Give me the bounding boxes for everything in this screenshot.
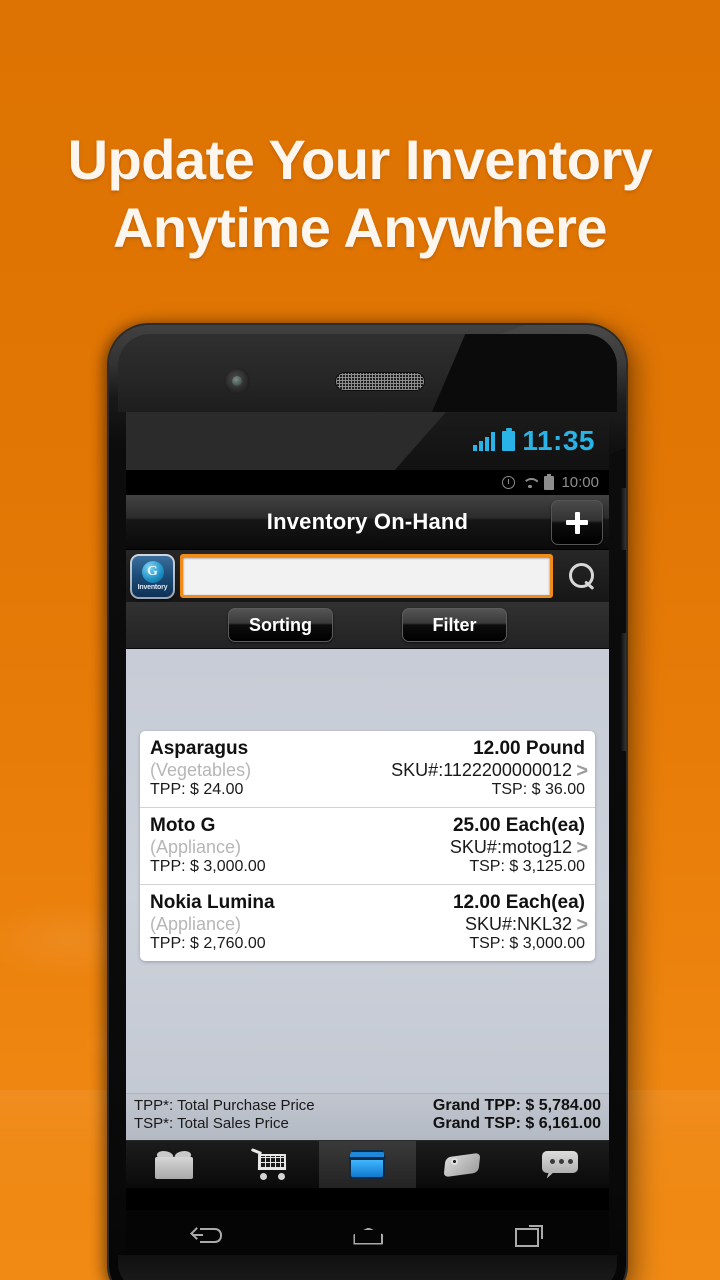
- totals-line-tsp: TSP*: Total Sales Price Grand TSP: $ 6,1…: [134, 1115, 601, 1133]
- item-name: Asparagus: [150, 738, 249, 759]
- totals-line-tpp: TPP*: Total Purchase Price Grand TPP: $ …: [134, 1097, 601, 1115]
- item-category: (Appliance): [150, 914, 242, 934]
- search-button[interactable]: [558, 554, 605, 598]
- item-tsp: TSP: $ 3,000.00: [469, 935, 585, 952]
- item-name: Nokia Lumina: [150, 892, 275, 913]
- phone-screen: 11:35 10:00 Inventory On-Hand G Inventor…: [126, 412, 609, 1210]
- alarm-clock-icon: [502, 476, 516, 489]
- add-item-button[interactable]: [551, 500, 603, 545]
- plus-icon: [565, 511, 589, 535]
- front-camera-icon: [224, 368, 250, 394]
- row-line-primary: Moto G 25.00 Each(ea): [150, 815, 585, 837]
- app-icon-inner: G Inventory: [132, 555, 173, 597]
- item-quantity: 12.00 Pound: [473, 738, 585, 759]
- sort-filter-toolbar: Sorting Filter: [126, 602, 609, 649]
- signal-bars-icon: [473, 431, 496, 451]
- search-icon: [568, 563, 595, 589]
- bottom-tab-bar: [126, 1140, 609, 1188]
- chevron-right-icon: >: [576, 760, 588, 782]
- item-tpp: TPP: $ 3,000.00: [150, 858, 266, 875]
- device-status-bar: 11:35: [126, 412, 609, 470]
- chevron-right-icon: >: [576, 837, 588, 859]
- grand-tpp: Grand TPP: $ 5,784.00: [432, 1097, 601, 1114]
- back-arrow-icon[interactable]: [189, 1226, 222, 1246]
- table-row[interactable]: Asparagus 12.00 Pound (Vegetables) SKU#:…: [140, 731, 595, 808]
- tab-pricing[interactable]: [416, 1141, 513, 1188]
- legend-tsp: TSP*: Total Sales Price: [134, 1115, 289, 1132]
- search-bar: G Inventory: [126, 550, 609, 602]
- item-category: (Appliance): [150, 837, 242, 857]
- item-tpp: TPP: $ 24.00: [150, 781, 244, 798]
- promo-headline-line1: Update Your Inventory: [67, 128, 653, 191]
- legend-tpp: TPP*: Total Purchase Price: [134, 1097, 315, 1114]
- chevron-right-icon: >: [576, 914, 588, 936]
- sorting-button[interactable]: Sorting: [228, 608, 333, 642]
- row-line-tertiary: TPP: $ 2,760.00 TSP: $ 3,000.00: [150, 935, 585, 953]
- search-input[interactable]: [180, 554, 553, 598]
- gift-box-icon: [155, 1150, 194, 1179]
- phone-mockup: 11:35 10:00 Inventory On-Hand G Inventor…: [109, 325, 626, 1280]
- phone-top-bezel: [118, 334, 617, 412]
- app-icon-label: Inventory: [137, 584, 168, 591]
- app-status-clock: 10:00: [561, 474, 599, 491]
- tab-cart[interactable]: [223, 1141, 320, 1188]
- row-line-secondary: (Appliance) SKU#:NKL32 >: [150, 914, 588, 936]
- item-quantity: 25.00 Each(ea): [452, 815, 585, 836]
- totals-footer: TPP*: Total Purchase Price Grand TPP: $ …: [126, 1093, 609, 1140]
- price-tag-icon: [443, 1151, 483, 1179]
- tab-inventory[interactable]: [319, 1141, 416, 1188]
- promo-headline-line2: Anytime Anywhere: [112, 196, 608, 260]
- item-tsp: TSP: $ 3,125.00: [469, 858, 585, 875]
- recent-apps-icon[interactable]: [515, 1225, 544, 1247]
- promo-headline: Update Your Inventory Anytime Anywhere: [0, 126, 720, 263]
- table-row[interactable]: Moto G 25.00 Each(ea) (Appliance) SKU#:m…: [140, 808, 595, 885]
- item-sku: SKU#:1122200000012 >: [391, 760, 588, 782]
- app-status-bar: 10:00: [126, 470, 609, 495]
- row-line-primary: Nokia Lumina 12.00 Each(ea): [150, 892, 585, 914]
- inventory-list-area[interactable]: Asparagus 12.00 Pound (Vegetables) SKU#:…: [126, 649, 609, 1093]
- row-line-primary: Asparagus 12.00 Pound: [150, 738, 585, 760]
- device-status-indicators: 11:35: [473, 412, 595, 470]
- chat-bubble-icon: [541, 1150, 580, 1179]
- item-category: (Vegetables): [150, 760, 252, 780]
- item-sku: SKU#:motog12 >: [449, 837, 588, 859]
- table-row[interactable]: Nokia Lumina 12.00 Each(ea) (Appliance) …: [140, 885, 595, 961]
- row-line-secondary: (Appliance) SKU#:motog12 >: [150, 837, 588, 859]
- app-icon-letter: G: [141, 561, 164, 583]
- phone-bottom-bezel: [118, 1255, 617, 1280]
- row-line-tertiary: TPP: $ 24.00 TSP: $ 36.00: [150, 781, 585, 799]
- row-line-tertiary: TPP: $ 3,000.00 TSP: $ 3,125.00: [150, 858, 585, 876]
- item-sku: SKU#:NKL32 >: [464, 914, 588, 936]
- home-icon[interactable]: [353, 1227, 384, 1245]
- power-button[interactable]: [621, 488, 626, 550]
- item-tpp: TPP: $ 2,760.00: [150, 935, 266, 952]
- item-tsp: TSP: $ 36.00: [491, 781, 585, 798]
- shopping-cart-icon: [250, 1147, 291, 1180]
- item-name: Moto G: [150, 815, 216, 836]
- volume-rocker-button[interactable]: [621, 633, 626, 751]
- page-title: Inventory On-Hand: [266, 509, 469, 534]
- open-box-icon: [346, 1149, 388, 1180]
- filter-button[interactable]: Filter: [402, 608, 507, 642]
- tab-gift[interactable]: [126, 1141, 223, 1188]
- inventory-list-card: Asparagus 12.00 Pound (Vegetables) SKU#:…: [140, 731, 595, 961]
- status-bar-wedge: [126, 412, 446, 470]
- earpiece-speaker-icon: [336, 373, 424, 390]
- wifi-icon: [522, 477, 537, 489]
- battery-icon: [502, 428, 516, 451]
- item-quantity: 12.00 Each(ea): [452, 892, 585, 913]
- app-title-bar: Inventory On-Hand: [126, 495, 609, 550]
- inventory-app-icon[interactable]: G Inventory: [130, 553, 175, 599]
- bezel-shadow: [432, 334, 617, 412]
- grand-tsp: Grand TSP: $ 6,161.00: [432, 1115, 601, 1132]
- battery-icon-small: [544, 473, 555, 490]
- device-clock: 11:35: [522, 425, 595, 456]
- row-line-secondary: (Vegetables) SKU#:1122200000012 >: [150, 760, 588, 782]
- tab-messages[interactable]: [512, 1141, 609, 1188]
